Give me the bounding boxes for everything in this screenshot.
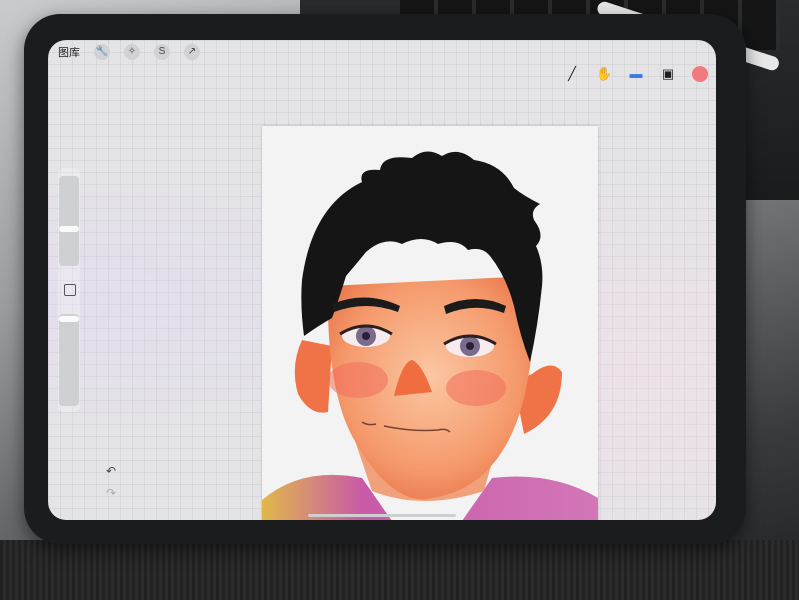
- left-ear: [294, 340, 332, 413]
- left-cheek-blush: [328, 362, 388, 398]
- toolbar-left: 图库 🔧 ✧ S ↗: [58, 44, 200, 60]
- color-picker-button[interactable]: [692, 66, 708, 82]
- desk-mat: [0, 540, 799, 600]
- transform-arrow-icon[interactable]: ↗: [184, 44, 200, 60]
- modify-button[interactable]: [64, 284, 76, 296]
- smudge-icon[interactable]: ✋: [596, 66, 612, 82]
- undo-icon[interactable]: ↶: [106, 464, 116, 478]
- redo-icon[interactable]: ↷: [106, 486, 116, 500]
- sidebar: [58, 168, 80, 412]
- home-indicator: [308, 514, 456, 517]
- toolbar-right: ╱ ✋ ▬ ▣: [564, 66, 708, 82]
- gallery-button[interactable]: 图库: [58, 44, 80, 60]
- brush-icon[interactable]: ╱: [564, 66, 580, 82]
- procreate-screen: 图库 🔧 ✧ S ↗ ╱ ✋ ▬ ▣ ↶ ↷: [48, 40, 716, 520]
- layers-icon[interactable]: ▣: [660, 66, 676, 82]
- opacity-handle[interactable]: [59, 316, 79, 322]
- brush-size-handle[interactable]: [59, 226, 79, 232]
- eraser-icon[interactable]: ▬: [628, 66, 644, 82]
- portrait-artwork: [262, 151, 598, 520]
- selection-icon[interactable]: S: [154, 44, 170, 60]
- left-pupil: [362, 332, 370, 340]
- right-pupil: [466, 342, 474, 350]
- top-toolbar: 图库 🔧 ✧ S ↗: [48, 40, 716, 66]
- opacity-slider[interactable]: [59, 314, 79, 406]
- right-cheek-blush: [446, 370, 506, 406]
- brush-size-slider[interactable]: [59, 176, 79, 266]
- drawing-canvas[interactable]: [262, 126, 598, 520]
- wrench-icon[interactable]: 🔧: [94, 44, 110, 60]
- magic-wand-icon[interactable]: ✧: [124, 44, 140, 60]
